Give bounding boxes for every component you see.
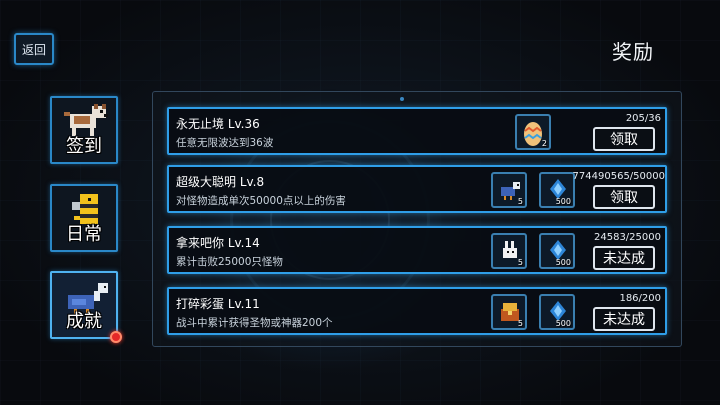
claim-button[interactable]: 领取	[593, 185, 655, 209]
tab-daily-label: 日常	[66, 224, 102, 245]
tab-sign-in-label: 签到	[66, 136, 102, 157]
not-achieved-button[interactable]: 未达成	[593, 307, 655, 331]
achievement-desc: 累计击败25000只怪物	[176, 256, 283, 268]
tab-daily[interactable]: 日常	[50, 184, 118, 252]
achievement-name: 打碎彩蛋 Lv.11	[176, 297, 260, 311]
progress-text: 24583/25000	[594, 232, 661, 243]
claim-button[interactable]: 领取	[593, 127, 655, 151]
progress-text: 205/36	[625, 113, 661, 124]
achievement-row: 拿来吧你 Lv.14 累计击败25000只怪物 5 500 24583/2500…	[167, 226, 667, 274]
reward-count: 500	[555, 319, 571, 328]
back-button[interactable]: 返回	[14, 33, 54, 65]
reward-count: 500	[555, 258, 571, 267]
tab-achievements[interactable]: 成就	[50, 271, 122, 343]
panel-decor-dot	[400, 97, 404, 101]
reward-count: 5	[517, 319, 523, 328]
tab-sign-in[interactable]: 签到	[50, 96, 118, 164]
achievement-name: 超级大聪明 Lv.8	[176, 175, 265, 189]
reward-slot: 5	[491, 294, 527, 330]
reward-slot: 5	[491, 233, 527, 269]
achievement-name: 拿来吧你 Lv.14	[176, 236, 260, 250]
progress-text: 774490565/50000	[572, 171, 665, 182]
achievement-desc: 对怪物造成单次50000点以上的伤害	[176, 195, 346, 207]
achievement-row: 超级大聪明 Lv.8 对怪物造成单次50000点以上的伤害 5 500 7744…	[167, 165, 667, 213]
achievement-desc: 任意无限波达到36波	[176, 137, 274, 149]
reward-slot: 5	[491, 172, 527, 208]
achievement-desc: 战斗中累计获得圣物或神器200个	[176, 317, 333, 329]
achievement-row: 永无止境 Lv.36 任意无限波达到36波 2 205/36 领取	[167, 107, 667, 155]
reward-count: 500	[555, 197, 571, 206]
reward-count: 5	[517, 197, 523, 206]
not-achieved-button[interactable]: 未达成	[593, 246, 655, 270]
reward-slot: 2	[515, 114, 551, 150]
reward-count: 5	[517, 258, 523, 267]
reward-count: 2	[541, 139, 547, 148]
notification-badge	[110, 331, 122, 343]
achievement-row: 打碎彩蛋 Lv.11 战斗中累计获得圣物或神器200个 5 500 186/20…	[167, 287, 667, 335]
page-title: 奖励	[612, 40, 654, 64]
progress-text: 186/200	[619, 293, 661, 304]
tab-achievements-label: 成就	[66, 311, 102, 332]
achievement-name: 永无止境 Lv.36	[176, 117, 260, 131]
